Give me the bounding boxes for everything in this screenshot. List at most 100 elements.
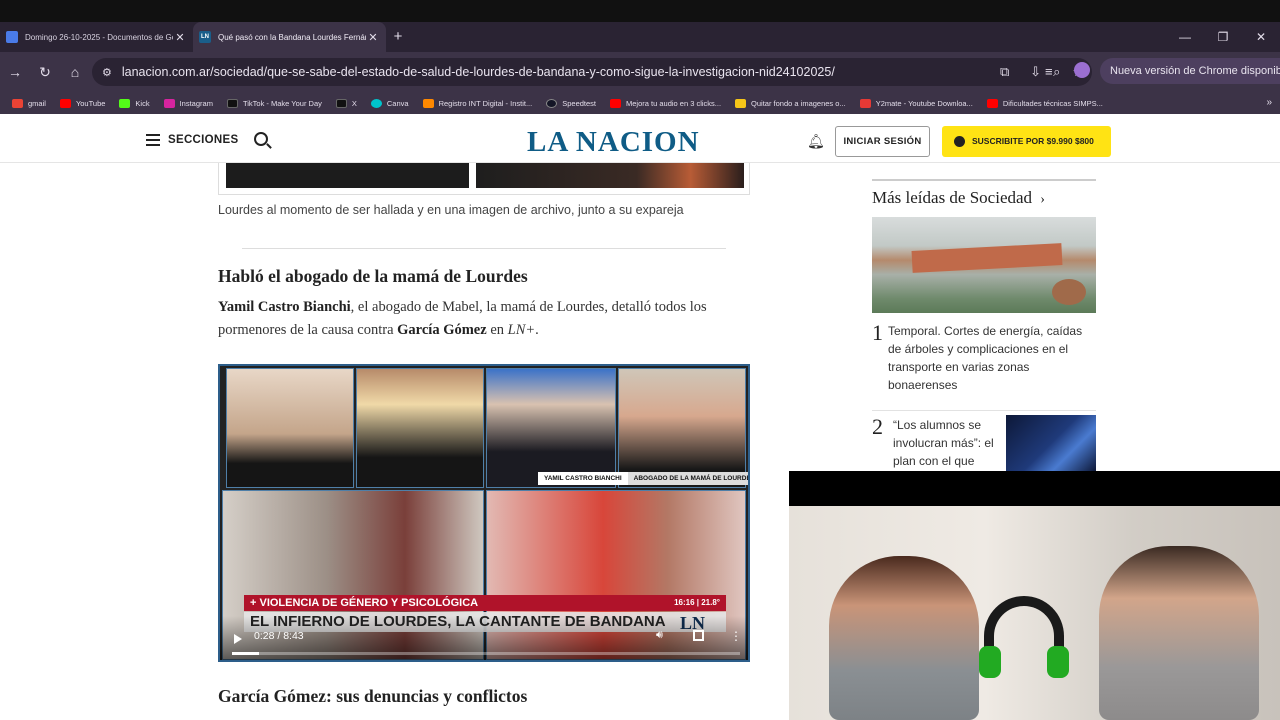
tab-documents[interactable]: Domingo 26-10-2025 - Documentos de Googl…	[0, 22, 193, 52]
bookmark-kick[interactable]: Kick	[119, 98, 150, 108]
site-logo[interactable]: LA NACION	[527, 126, 700, 159]
gmail-icon	[12, 98, 23, 108]
bookmark-gmail[interactable]: gmail	[12, 98, 46, 108]
bookmark-tiktok[interactable]: TikTok - Make Your Day	[226, 98, 322, 108]
tiktok-icon	[226, 98, 238, 108]
channel-name: LN+	[507, 322, 536, 338]
webcam-overlay	[789, 471, 1280, 720]
section-heading: García Gómez: sus denuncias y conflictos	[218, 686, 528, 706]
video-player[interactable]: YAMIL CASTRO BIANCHI ABOGADO DE LA MAMÁ D…	[218, 364, 750, 662]
volume-icon[interactable]: 🔊︎	[656, 629, 663, 642]
registro-icon	[422, 98, 434, 108]
profile-avatar[interactable]	[1074, 62, 1090, 78]
bookmark-instagram[interactable]: Instagram	[163, 98, 213, 108]
docs-icon	[6, 31, 18, 43]
article-image-right	[476, 163, 744, 188]
menu-icon[interactable]	[146, 134, 160, 146]
bookmark-youtube[interactable]: YouTube	[59, 98, 105, 108]
bookmark-speedtest[interactable]: Speedtest	[546, 98, 596, 108]
sidebar-story-link[interactable]: “Los alumnos se involucran más”: el plan…	[893, 416, 1001, 470]
bookmarks-bar: gmail YouTube Kick Instagram TikTok - Ma…	[0, 92, 1280, 114]
bookmark-x[interactable]: X	[335, 98, 357, 108]
subscribe-button[interactable]: SUSCRIBITE POR $9.990 $800	[942, 126, 1111, 157]
video-panel-host2	[356, 368, 484, 488]
video-panel-host3	[486, 368, 616, 488]
lawyer-name: Yamil Castro Bianchi	[218, 299, 351, 315]
install-app-icon[interactable]: ⇩	[1030, 64, 1041, 80]
screen-top-bar	[0, 0, 1280, 22]
tab-title: Domingo 26-10-2025 - Documentos de Googl…	[25, 32, 173, 42]
bookmark-simpsons[interactable]: Dificultades técnicas SIMPS...	[986, 98, 1103, 108]
bookmark-registro[interactable]: Registro INT Digital - Instit...	[422, 98, 532, 108]
headset-ear-right	[1047, 646, 1069, 678]
bell-icon[interactable]: 🔔︎	[807, 133, 825, 150]
rank-number: 2	[872, 414, 883, 439]
close-icon[interactable]: ✕	[366, 31, 380, 44]
video-progress-bar[interactable]	[232, 652, 740, 655]
play-icon[interactable]	[234, 634, 242, 644]
tree-shape	[1052, 279, 1086, 305]
news-banner-top: + VIOLENCIA DE GÉNERO Y PSICOLÓGICA 16:16…	[244, 595, 726, 611]
video-panel-lawyer	[618, 368, 746, 488]
site-header: SECCIONES LA NACION 🔔︎ INICIAR SESIÓN SU…	[0, 120, 1280, 163]
tab-lanacion[interactable]: LN Qué pasó con la Bandana Lourdes Ferná…	[193, 22, 386, 52]
login-button[interactable]: INICIAR SESIÓN	[835, 126, 930, 157]
close-window-button[interactable]: ✕	[1242, 22, 1280, 52]
kick-icon	[119, 98, 131, 108]
webcam-video	[789, 506, 1280, 720]
video-progress-fill	[232, 652, 260, 655]
bookmark-audio[interactable]: Mejora tu audio en 3 clicks...	[610, 98, 721, 108]
tab-title: Qué pasó con la Bandana Lourdes Fernánde…	[218, 32, 366, 42]
article-image-left	[226, 163, 469, 188]
accused-name: García Gómez	[397, 322, 487, 338]
section-heading: Habló el abogado de la mamá de Lourdes	[218, 266, 528, 286]
bookmark-remove-bg[interactable]: Quitar fondo a imagenes o...	[735, 98, 846, 108]
sidebar-title[interactable]: Más leídas de Sociedad ›	[872, 188, 1045, 208]
close-icon[interactable]: ✕	[173, 31, 187, 44]
restore-button[interactable]: ❐	[1204, 22, 1242, 52]
youtube-icon	[610, 98, 621, 108]
bookmark-canva[interactable]: Canva	[370, 98, 409, 108]
url-text[interactable]: lanacion.com.ar/sociedad/que-se-sabe-del…	[122, 65, 835, 79]
more-options-icon[interactable]: ⋮	[730, 629, 742, 643]
sidebar-story-image[interactable]	[872, 217, 1096, 313]
x-icon	[335, 98, 347, 108]
chevron-right-icon[interactable]: »	[1266, 92, 1272, 114]
person-left	[829, 556, 979, 720]
sections-button[interactable]: SECCIONES	[168, 134, 238, 146]
zoom-icon[interactable]: ⌕	[1053, 64, 1060, 80]
video-panel-host1	[226, 368, 354, 488]
window-controls: — ❐ ✕	[1166, 22, 1280, 52]
new-tab-button[interactable]: +	[386, 22, 410, 52]
sidebar-story-image[interactable]	[1006, 415, 1096, 471]
extensions-icon[interactable]: ⧉	[1000, 64, 1009, 80]
speedtest-icon	[546, 98, 558, 108]
instagram-icon	[163, 98, 175, 108]
web-page: SECCIONES LA NACION 🔔︎ INICIAR SESIÓN SU…	[0, 120, 1280, 720]
chevron-right-icon: ›	[1040, 192, 1045, 207]
search-icon[interactable]	[254, 132, 268, 146]
article-paragraph: Yamil Castro Bianchi, el abogado de Mabe…	[218, 299, 707, 338]
fullscreen-icon[interactable]	[693, 630, 704, 641]
minimize-button[interactable]: —	[1166, 22, 1204, 52]
headset-ear-left	[979, 646, 1001, 678]
lower-third-name: YAMIL CASTRO BIANCHI ABOGADO DE LA MAMÁ D…	[538, 472, 748, 485]
sidebar-top-rule	[872, 179, 1096, 181]
sidebar-story-link[interactable]: Temporal. Cortes de energía, caídas de á…	[888, 322, 1096, 394]
video-controls: 0:28 / 8:43 🔊︎ ⋮	[220, 616, 748, 660]
chrome-update-button[interactable]: Nueva versión de Chrome disponible	[1100, 58, 1280, 84]
omnibox[interactable]: ⚙ lanacion.com.ar/sociedad/que-se-sabe-d…	[92, 58, 1092, 86]
reload-icon[interactable]: ↻	[30, 64, 60, 81]
image-icon	[735, 98, 747, 108]
youtube-icon	[59, 98, 71, 108]
rank-number: 1	[872, 320, 883, 345]
home-icon[interactable]: ⌂	[60, 64, 90, 80]
site-settings-icon[interactable]: ⚙	[102, 66, 112, 79]
sidebar-divider	[872, 410, 1096, 411]
bookmark-y2mate[interactable]: Y2mate - Youtube Downloa...	[859, 98, 973, 108]
media-control-icon[interactable]: ≡	[1045, 64, 1053, 79]
section-divider	[242, 248, 726, 249]
image-caption: Lourdes al momento de ser hallada y en u…	[218, 203, 684, 217]
forward-icon[interactable]: →	[0, 64, 30, 80]
subscribe-icon	[954, 136, 965, 147]
